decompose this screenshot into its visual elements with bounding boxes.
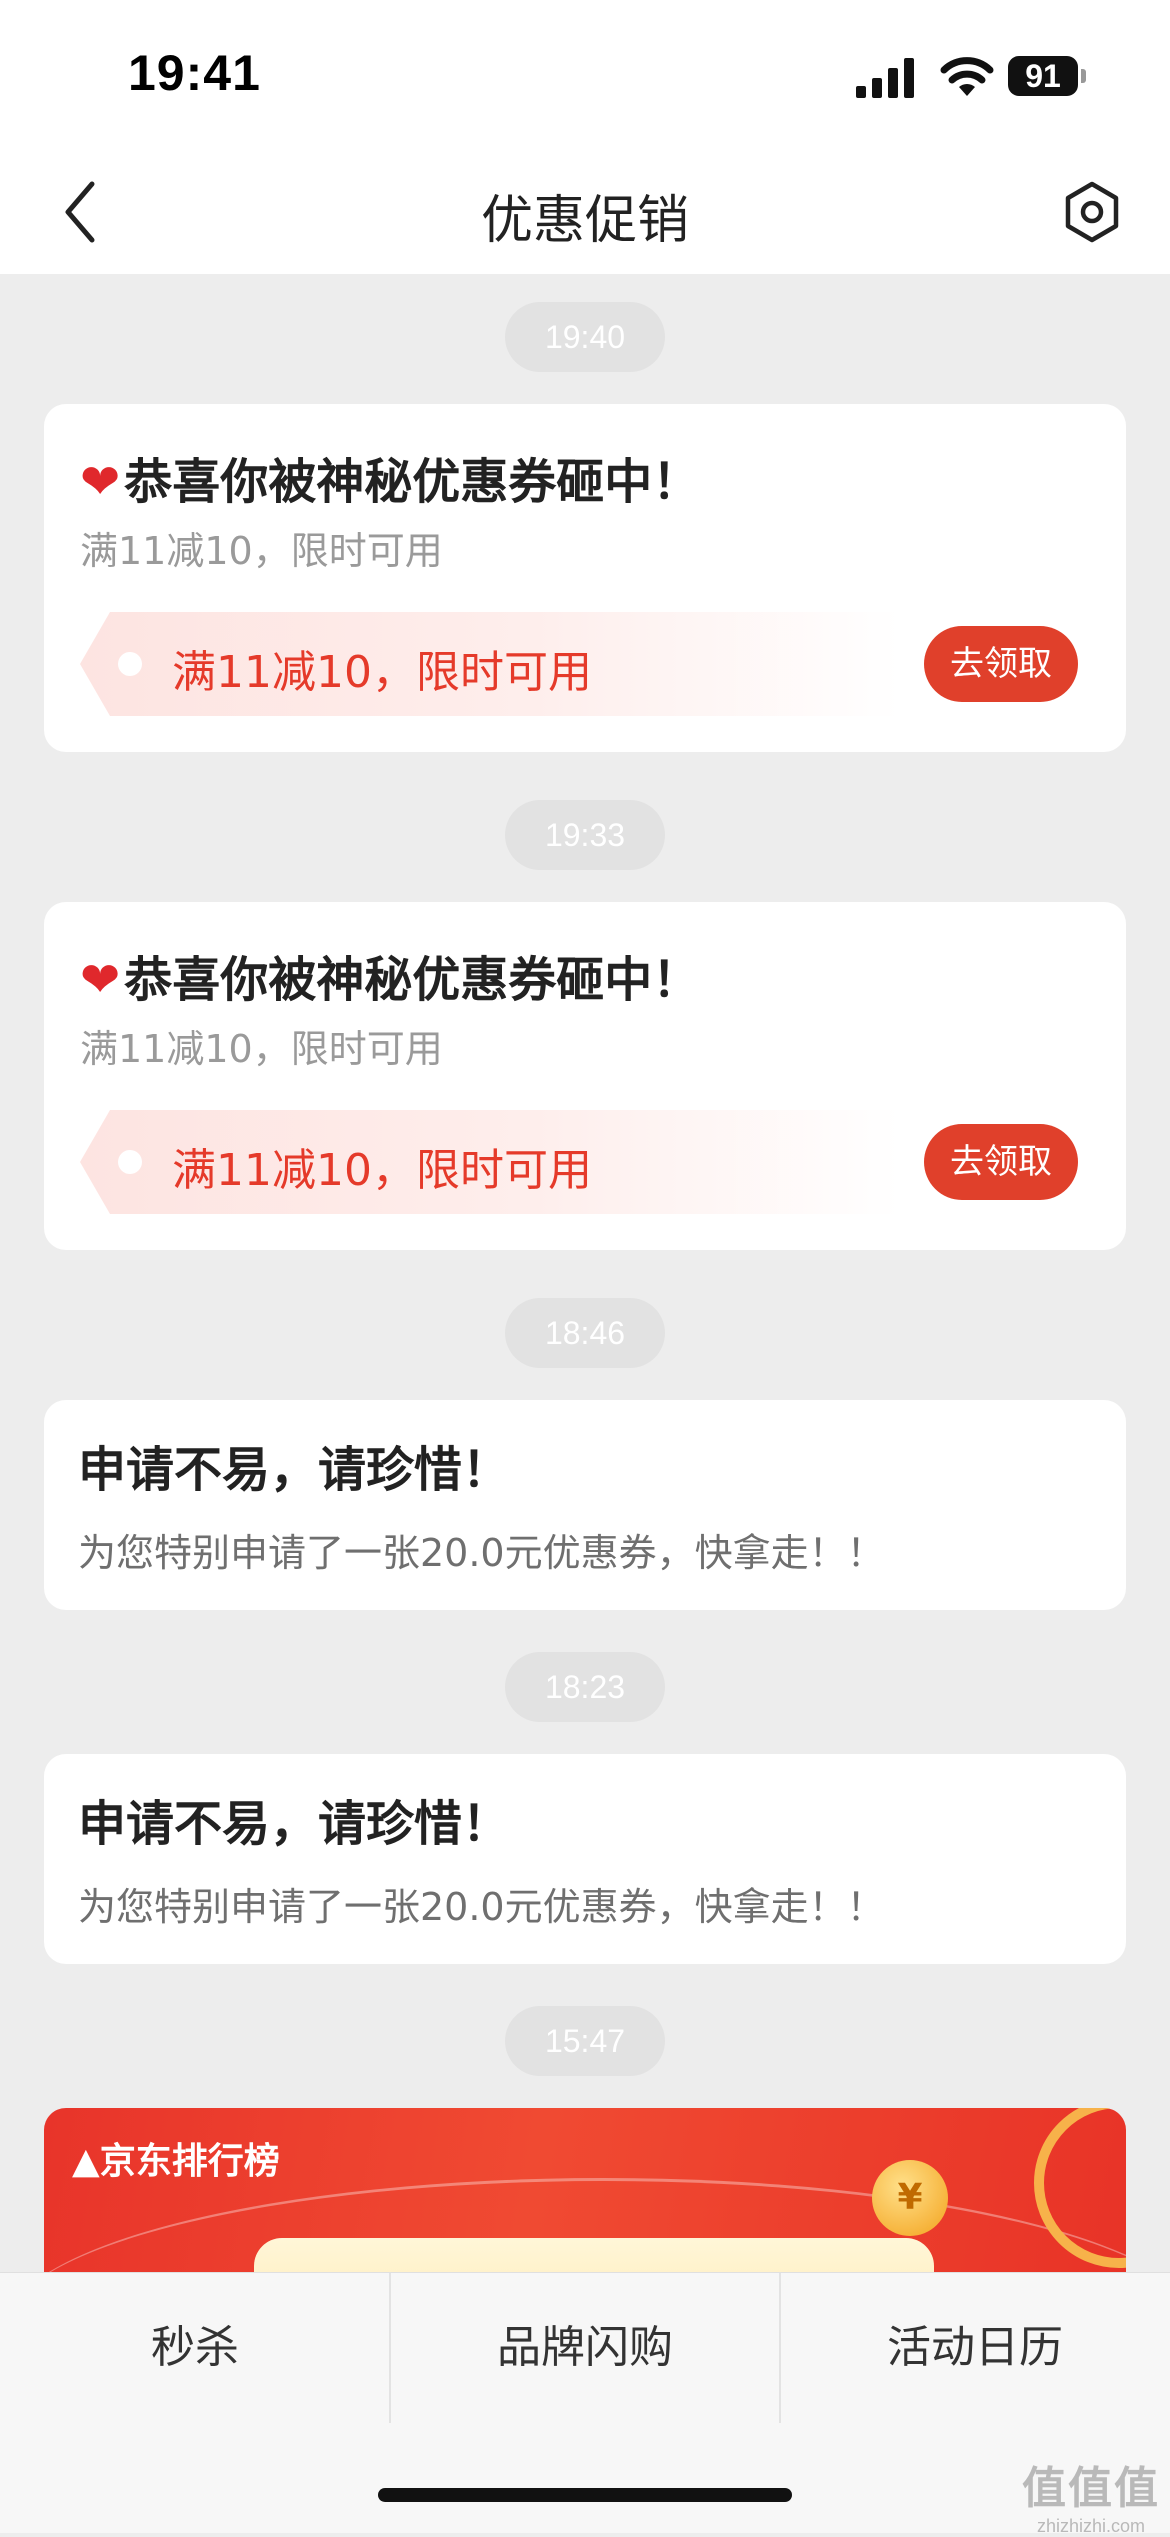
settings-icon[interactable] [1060, 180, 1124, 244]
message-title: ❤恭喜你被神秘优惠券砸中！ [80, 442, 700, 512]
wifi-icon [940, 57, 994, 96]
coupon-dot [118, 652, 142, 676]
watermark: 值值值 zhizhizhi.com [1016, 2452, 1166, 2537]
page-title: 优惠促销 [480, 191, 689, 251]
battery-level: 91 [1008, 56, 1078, 96]
coupon-dot [118, 1150, 142, 1174]
coupon-message-card[interactable]: ❤恭喜你被神秘优惠券砸中！ 满11减10，限时可用 满11减10，限时可用 去领… [44, 404, 1126, 752]
banner-logo-text: 京东排行榜 [99, 2141, 280, 2182]
tab-brand-flash[interactable]: 品牌闪购 [390, 2273, 780, 2423]
timestamp-chip: 18:46 [505, 1298, 665, 1368]
coupon-text: 满11减10，限时可用 [172, 1145, 592, 1196]
battery-indicator: 91 [1008, 56, 1088, 96]
tab-flash-sale[interactable]: 秒杀 [0, 2273, 390, 2423]
message-subtitle: 为您特别申请了一张20.0元优惠券，快拿走！！ [78, 1885, 885, 1929]
nav-bar: 优惠促销 [0, 150, 1170, 274]
tab-activity-calendar[interactable]: 活动日历 [780, 2273, 1170, 2423]
timestamp-chip: 19:40 [505, 302, 665, 372]
back-chevron-icon[interactable] [56, 176, 104, 248]
status-bar: 19:41 91 [0, 0, 1170, 150]
home-indicator[interactable] [378, 2488, 792, 2502]
jd-logo-icon: ▲ [72, 2141, 100, 2182]
message-subtitle: 为您特别申请了一张20.0元优惠券，快拿走！！ [78, 1531, 885, 1575]
message-subtitle: 满11减10，限时可用 [80, 529, 443, 573]
message-title: 申请不易，请珍惜！ [78, 1442, 511, 1498]
ranking-banner[interactable]: ▲京东排行榜 ¥ [44, 2108, 1126, 2272]
coupon-message-card[interactable]: ❤恭喜你被神秘优惠券砸中！ 满11减10，限时可用 满11减10，限时可用 去领… [44, 902, 1126, 1250]
message-title-text: 恭喜你被神秘优惠券砸中！ [124, 952, 701, 1008]
claim-coupon-button[interactable]: 去领取 [924, 1124, 1078, 1200]
cellular-signal-icon [856, 58, 914, 98]
coupon-strip: 满11减10，限时可用 [80, 612, 900, 716]
watermark-logo: 值值值 [1022, 2463, 1160, 2514]
timestamp-chip: 19:33 [505, 800, 665, 870]
yuan-coin-icon: ¥ [872, 2160, 948, 2236]
heart-icon: ❤ [80, 454, 121, 510]
message-title-text: 恭喜你被神秘优惠券砸中！ [124, 454, 701, 510]
heart-icon: ❤ [80, 952, 121, 1008]
watermark-url: zhizhizhi.com [1036, 2516, 1146, 2536]
banner-panel [254, 2238, 934, 2272]
status-time: 19:41 [128, 45, 261, 101]
message-subtitle: 满11减10，限时可用 [80, 1027, 443, 1071]
timestamp-chip: 18:23 [505, 1652, 665, 1722]
banner-logo: ▲京东排行榜 [72, 2132, 280, 2184]
coupon-text: 满11减10，限时可用 [172, 647, 592, 698]
battery-tip [1081, 69, 1086, 83]
coupon-strip: 满11减10，限时可用 [80, 1110, 900, 1214]
message-title: 申请不易，请珍惜！ [78, 1796, 511, 1852]
text-message-card[interactable]: 申请不易，请珍惜！ 为您特别申请了一张20.0元优惠券，快拿走！！ [44, 1754, 1126, 1964]
timestamp-chip: 15:47 [505, 2006, 665, 2076]
claim-coupon-button[interactable]: 去领取 [924, 626, 1078, 702]
message-feed[interactable]: 19:40 ❤恭喜你被神秘优惠券砸中！ 满11减10，限时可用 满11减10，限… [0, 274, 1170, 2272]
message-title: ❤恭喜你被神秘优惠券砸中！ [80, 940, 700, 1010]
text-message-card[interactable]: 申请不易，请珍惜！ 为您特别申请了一张20.0元优惠券，快拿走！！ [44, 1400, 1126, 1610]
